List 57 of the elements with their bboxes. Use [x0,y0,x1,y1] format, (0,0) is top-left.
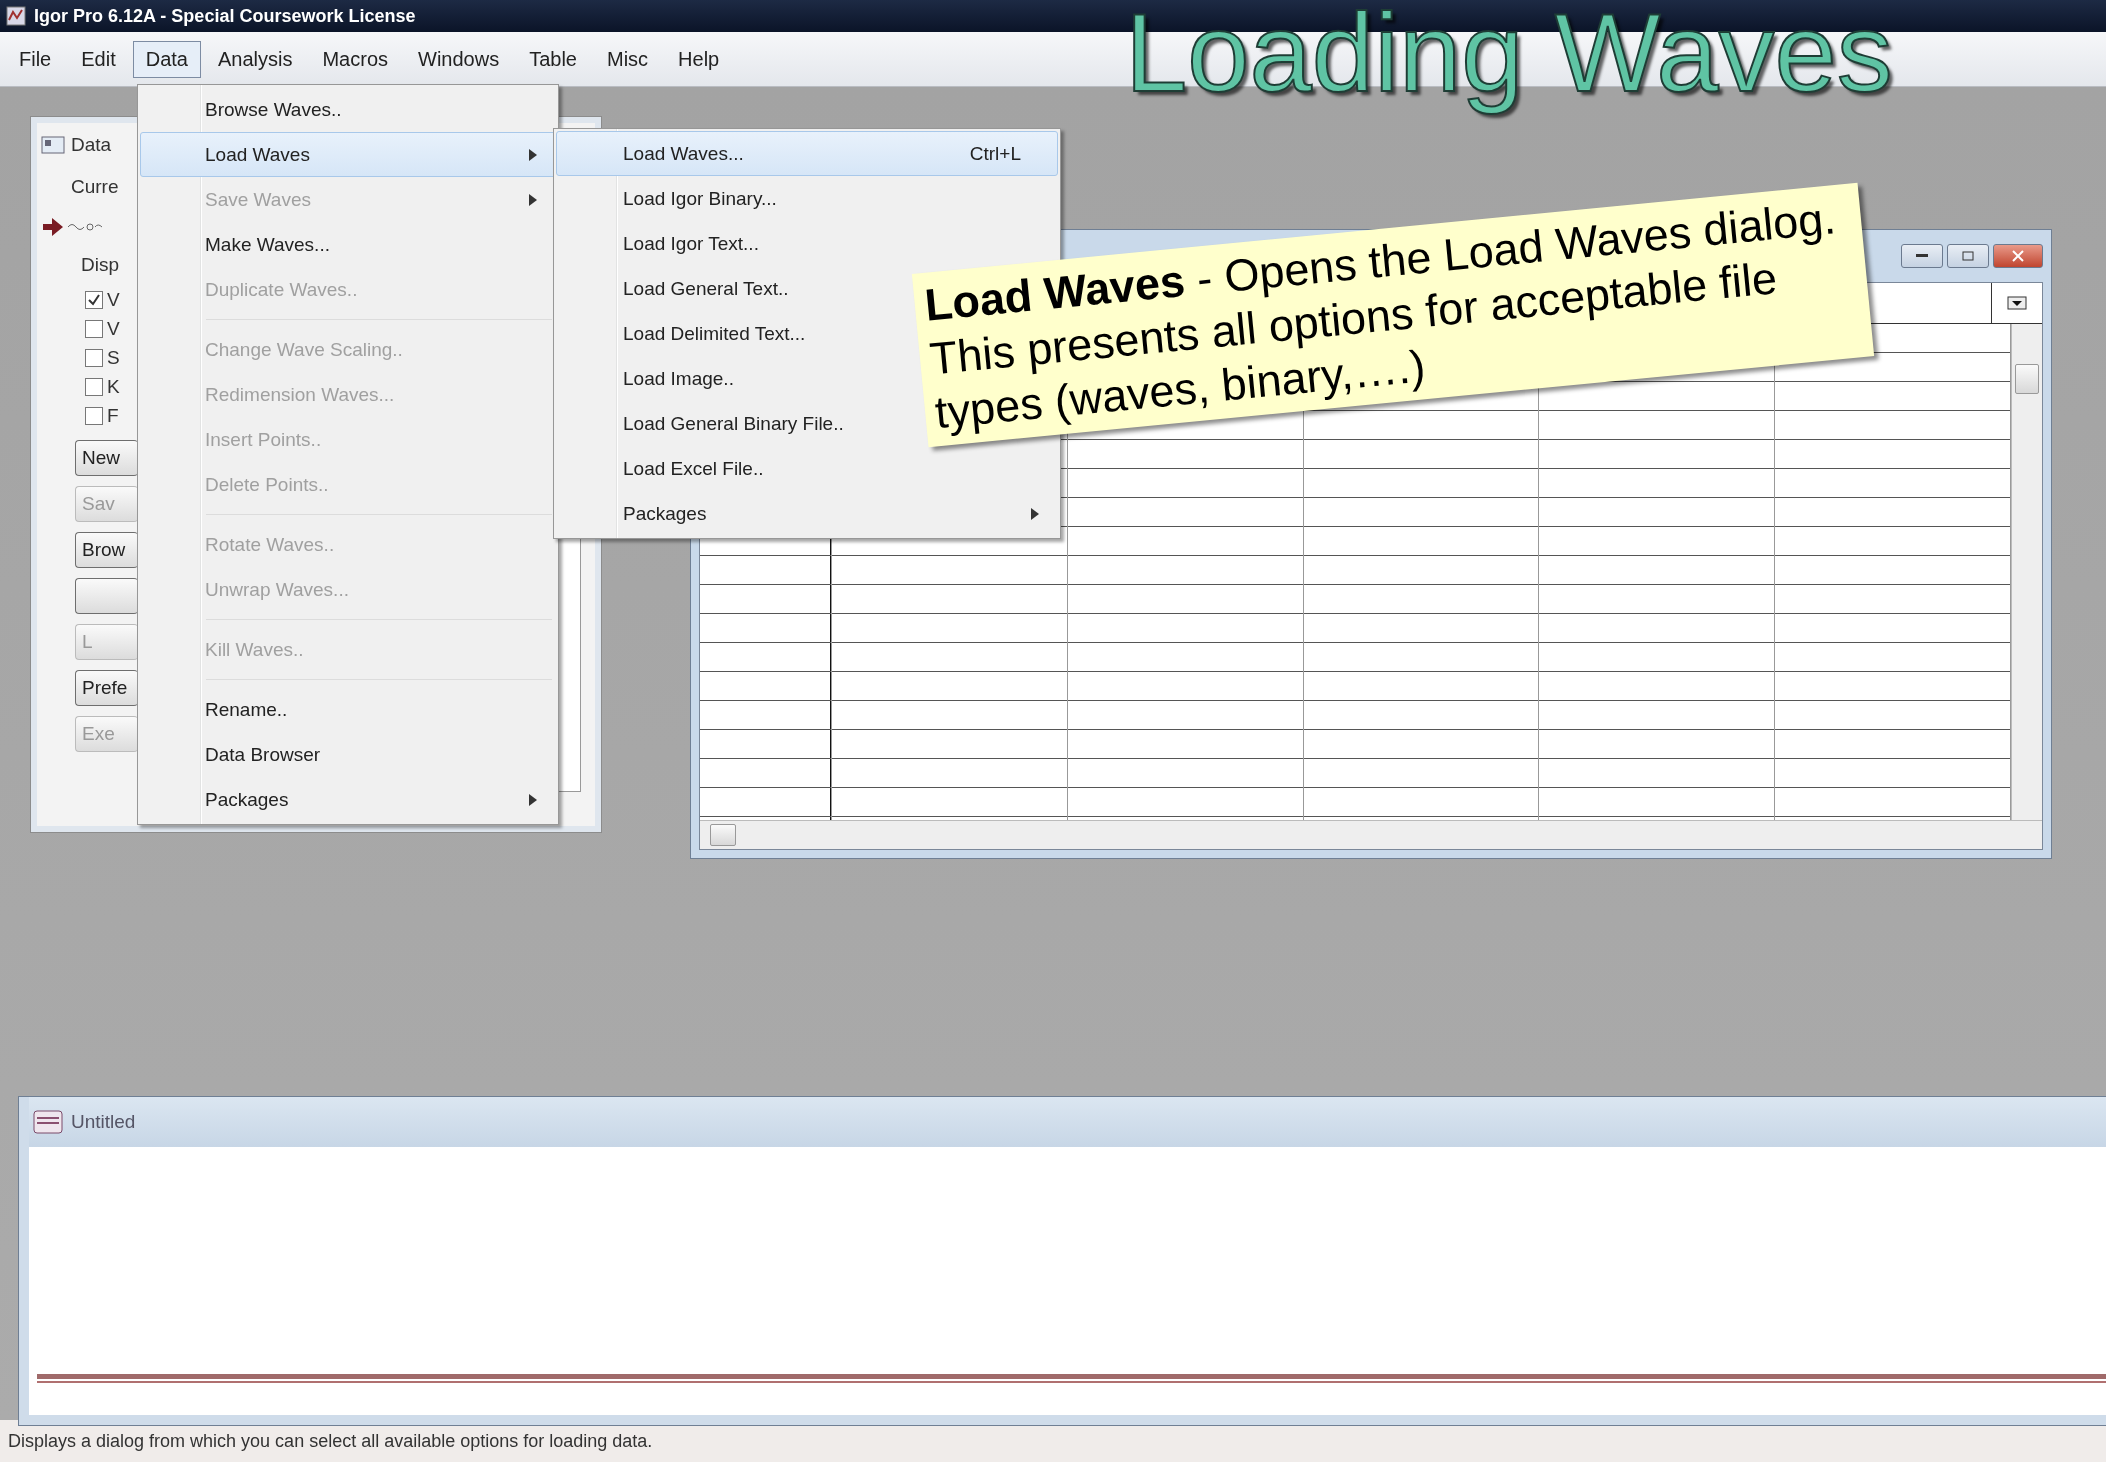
panel-button[interactable]: New [75,440,138,476]
checkbox-label: F [107,404,119,427]
app-icon [6,6,26,26]
close-icon [2012,250,2024,262]
dropdown-icon [2007,296,2027,310]
command-window-icon [33,1110,63,1134]
menu-bar-item[interactable]: Data [132,40,201,78]
checkbox-label: S [107,346,120,369]
menu-bar-item[interactable]: Misc [593,40,662,78]
menu-bar-item[interactable]: Help [665,40,733,78]
restore-icon [1962,251,1974,261]
menu-item[interactable]: Packages [556,491,1058,536]
menu-bar-item[interactable]: File [6,40,65,78]
checkbox[interactable] [85,319,103,338]
menu-bar-item[interactable]: Table [516,40,590,78]
vertical-scrollbar[interactable] [2011,324,2042,820]
panel-button[interactable] [75,578,138,614]
menu-item[interactable]: Load Waves [140,132,556,177]
checkbox-label: V [107,317,120,340]
close-button[interactable] [1993,244,2043,268]
checkbox-label: K [107,375,120,398]
command-window-title: Untitled [71,1111,136,1133]
menu-item[interactable]: Packages [140,777,556,822]
menu-item[interactable]: Data Browser [140,732,556,777]
status-text: Displays a dialog from which you can select all available options for loading data. [8,1430,653,1452]
menu-item[interactable]: Load Excel File.. [556,446,1058,491]
minimize-icon [1916,254,1928,258]
checkbox[interactable] [85,290,103,309]
panel-button[interactable]: Prefe [75,670,138,706]
checkbox[interactable] [85,377,103,396]
display-label: Disp [81,254,119,276]
submenu-arrow-icon [529,793,537,806]
window-icon [41,136,65,154]
menu-item[interactable]: Rename.. [140,687,556,732]
minimize-button[interactable] [1901,244,1943,268]
panel-button[interactable]: Brow [75,532,138,568]
arrow-icon [43,218,63,236]
menu-item[interactable]: Make Waves... [140,222,556,267]
window-title: Igor Pro 6.12A - Special Coursework License [34,5,416,27]
command-area[interactable] [29,1147,2106,1415]
menu-bar-item[interactable]: Edit [68,40,129,78]
menu-item[interactable]: Load Waves... Ctrl+L [556,131,1058,176]
panel-title: Data [71,134,112,156]
menu-bar-item[interactable]: Analysis [204,40,306,78]
check-icon [88,293,100,306]
checkbox-label: V [107,288,120,311]
submenu-arrow-icon [1031,507,1039,520]
menu-bar-item[interactable]: Windows [405,40,513,78]
submenu-arrow-icon [529,193,537,206]
restore-button[interactable] [1947,244,1989,268]
menu-item[interactable]: Browse Waves.. [140,87,556,132]
menu-bar-item[interactable]: Macros [309,40,401,78]
horizontal-scrollbar[interactable] [700,820,2042,849]
current-folder-label: Curre [71,176,119,198]
checkbox[interactable] [85,406,103,425]
checkbox[interactable] [85,348,103,367]
submenu-arrow-icon [529,148,537,161]
